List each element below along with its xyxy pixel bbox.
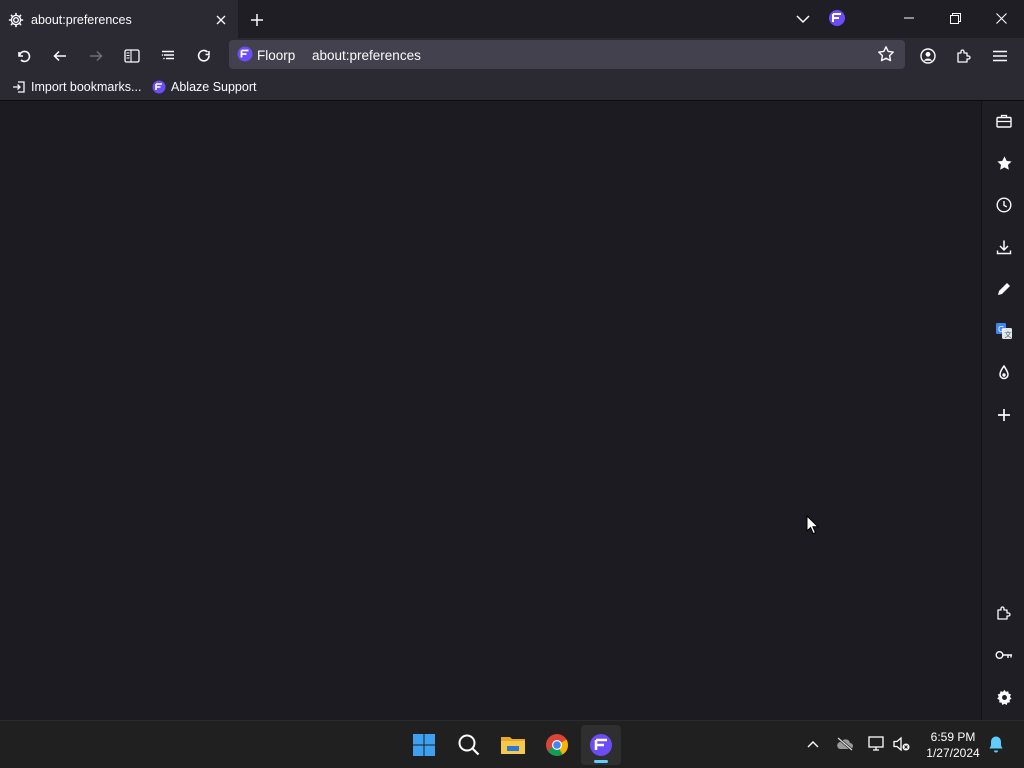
url-identity-label: Floorp	[257, 48, 296, 63]
browser-manager-icon[interactable]	[992, 109, 1016, 133]
tab-title: about:preferences	[31, 13, 132, 27]
start-windows-icon[interactable]	[404, 725, 444, 765]
addons-icon[interactable]	[992, 601, 1016, 625]
add-panel-icon[interactable]	[992, 403, 1016, 427]
list-all-tabs-button[interactable]	[792, 8, 814, 30]
search-icon[interactable]	[449, 725, 489, 765]
bookmark-label: Import bookmarks...	[31, 80, 142, 94]
clock-time: 6:59 PM	[930, 730, 976, 744]
downloads-icon[interactable]	[992, 235, 1016, 259]
floorp-taskbar-icon[interactable]	[581, 725, 621, 765]
bookmark-star-icon[interactable]	[877, 45, 895, 63]
onedrive-offline-icon[interactable]	[834, 733, 856, 755]
svg-text:G: G	[998, 325, 1004, 334]
sidebar-toggle-icon[interactable]	[118, 42, 146, 70]
forward-button[interactable]	[82, 42, 110, 70]
floorp-logo-icon[interactable]	[828, 9, 846, 27]
translate-icon[interactable]: G文	[992, 319, 1016, 343]
history-clock-icon[interactable]	[992, 193, 1016, 217]
tab-preferences[interactable]: about:preferences	[0, 0, 238, 38]
back-button[interactable]	[46, 42, 74, 70]
minimize-button[interactable]	[886, 0, 932, 36]
network-icon[interactable]	[866, 733, 888, 755]
new-tab-button[interactable]	[246, 9, 268, 31]
tree-tabs-icon[interactable]	[154, 42, 182, 70]
file-explorer-icon[interactable]	[493, 725, 533, 765]
tab-strip: about:preferences	[0, 0, 1024, 38]
close-window-button[interactable]	[978, 0, 1024, 36]
extensions-icon[interactable]	[950, 42, 978, 70]
bookmarks-star-icon[interactable]	[992, 151, 1016, 175]
notes-pencil-icon[interactable]	[992, 277, 1016, 301]
system-clock[interactable]: 6:59 PM 1/27/2024	[922, 729, 984, 761]
web-panel-icon[interactable]	[992, 361, 1016, 385]
restore-button[interactable]	[932, 0, 978, 36]
show-hidden-icons-chevron-icon[interactable]	[802, 733, 824, 755]
bookmark-ablaze-support[interactable]: Ablaze Support	[152, 78, 256, 96]
url-bar[interactable]: Floorp about:preferences	[229, 40, 905, 69]
passwords-key-icon[interactable]	[992, 643, 1016, 667]
bookmarks-toolbar: Import bookmarks... Ablaze Support	[0, 72, 1024, 101]
clock-date: 1/27/2024	[926, 746, 980, 760]
undo-close-tab-button[interactable]	[10, 42, 38, 70]
page-content[interactable]	[0, 101, 981, 720]
navigation-toolbar: Floorp about:preferences	[0, 38, 1024, 72]
windows-taskbar: 6:59 PM 1/27/2024	[0, 720, 1024, 768]
reload-button[interactable]	[190, 42, 218, 70]
floorp-identity-icon[interactable]	[237, 46, 253, 62]
volume-muted-icon[interactable]	[891, 733, 913, 755]
bookmark-label: Ablaze Support	[171, 80, 257, 94]
mouse-cursor-icon	[806, 515, 819, 535]
url-input[interactable]: about:preferences	[312, 48, 421, 63]
import-icon	[12, 80, 26, 94]
gear-icon	[8, 12, 24, 28]
svg-text:文: 文	[1005, 330, 1012, 339]
close-tab-icon[interactable]	[212, 11, 230, 29]
floorp-logo-icon	[152, 80, 166, 94]
notification-bell-icon[interactable]	[985, 733, 1007, 755]
settings-gear-icon[interactable]	[992, 685, 1016, 709]
menu-hamburger-icon[interactable]	[986, 42, 1014, 70]
chrome-icon[interactable]	[537, 725, 577, 765]
active-app-indicator	[594, 760, 608, 763]
bookmark-import[interactable]: Import bookmarks...	[12, 78, 141, 96]
account-icon[interactable]	[914, 42, 942, 70]
browser-manager-sidebar: G文	[981, 101, 1024, 720]
